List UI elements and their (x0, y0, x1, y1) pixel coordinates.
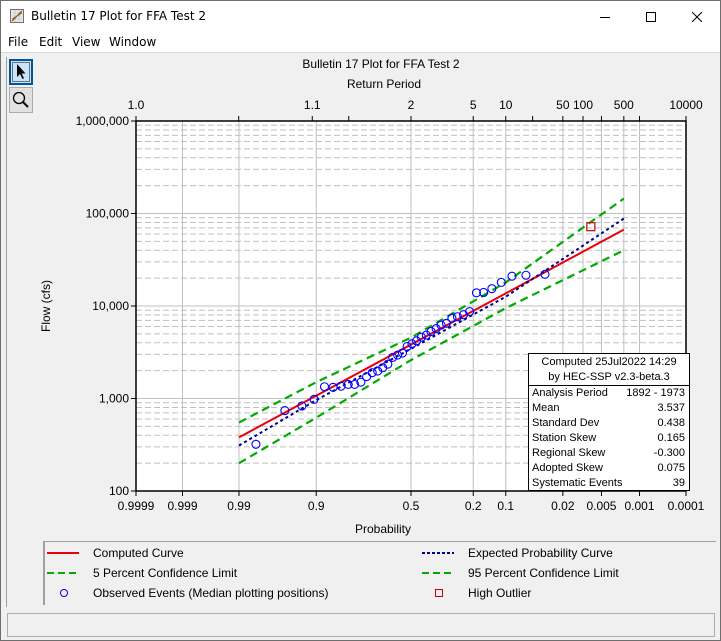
stats-row: Standard Dev 0.438 (529, 416, 689, 431)
legend-label: 95 Percent Confidence Limit (468, 566, 619, 580)
statistics-box: Computed 25Jul2022 14:29 by HEC-SSP v2.3… (528, 353, 690, 491)
top-tick-label: 1.1 (304, 98, 321, 112)
y-tick-label: 1,000,000 (76, 114, 130, 128)
top-tick-label: 500 (614, 98, 634, 112)
legend-label: Observed Events (Median plotting positio… (93, 586, 329, 600)
legend-computed-curve: Computed Curve (45, 546, 184, 560)
legend-label: Computed Curve (93, 546, 184, 560)
top-tick-label: 50 (556, 98, 570, 112)
y-axis-title: Flow (cfs) (39, 280, 53, 332)
legend-label: High Outlier (468, 586, 532, 600)
legend-95-percent: 95 Percent Confidence Limit (420, 566, 619, 580)
stats-row: Regional Skew -0.300 (529, 446, 689, 461)
top-tick-label: 5 (470, 98, 477, 112)
x-tick-label: 0.5 (403, 499, 420, 513)
x-tick-label: 0.0001 (668, 499, 705, 513)
stats-label: Analysis Period (532, 387, 608, 399)
top-axis-title: Return Period (347, 77, 421, 91)
top-tick-label: 1.0 (128, 98, 145, 112)
top-tick-label: 100 (573, 98, 593, 112)
x-tick-label: 0.99 (227, 499, 251, 513)
stats-label: Station Skew (532, 432, 597, 444)
legend: Computed Curve Expected Probability Curv… (43, 541, 716, 605)
stats-label: Standard Dev (532, 417, 600, 429)
x-tick-label: 0.02 (551, 499, 575, 513)
x-tick-label: 0.9999 (118, 499, 155, 513)
stats-value: 3.537 (657, 402, 685, 414)
stats-label: Regional Skew (532, 447, 606, 459)
legend-square-icon (435, 589, 443, 597)
legend-label: Expected Probability Curve (468, 546, 613, 560)
stats-label: Mean (532, 402, 560, 414)
app-window: Bulletin 17 Plot for FFA Test 2 File Edi… (0, 0, 721, 641)
legend-circle-icon (60, 589, 68, 597)
stats-header: Computed 25Jul2022 14:29 by HEC-SSP v2.3… (529, 354, 689, 386)
stats-value: 1892 - 1973 (626, 387, 685, 399)
stats-value: 0.075 (657, 462, 685, 474)
stats-row: Analysis Period 1892 - 1973 (529, 386, 689, 401)
stats-row: Systematic Events 39 (529, 476, 689, 491)
x-tick-label: 0.001 (624, 499, 654, 513)
stats-version: by HEC-SSP v2.3-beta.3 (548, 371, 670, 383)
top-tick-label: 10 (499, 98, 513, 112)
stats-label: Systematic Events (532, 477, 623, 489)
legend-dashed-line-icon (422, 572, 454, 574)
legend-5-percent: 5 Percent Confidence Limit (45, 566, 237, 580)
chart-title: Bulletin 17 Plot for FFA Test 2 (302, 57, 460, 71)
legend-dashed-line-icon (47, 572, 79, 574)
x-tick-label: 0.005 (586, 499, 616, 513)
y-tick-label: 10,000 (92, 299, 129, 313)
x-tick-label: 0.999 (167, 499, 197, 513)
stats-row: Mean 3.537 (529, 401, 689, 416)
status-bar (7, 613, 715, 637)
legend-expected-probability: Expected Probability Curve (420, 546, 613, 560)
top-tick-label: 10000 (669, 98, 703, 112)
stats-value: 0.165 (657, 432, 685, 444)
legend-solid-line-icon (47, 552, 79, 554)
stats-row: Station Skew 0.165 (529, 431, 689, 446)
legend-dotted-line-icon (422, 552, 454, 554)
legend-observed-events: Observed Events (Median plotting positio… (45, 586, 328, 600)
stats-value: -0.300 (653, 447, 685, 459)
x-axis-title: Probability (355, 522, 411, 536)
legend-label: 5 Percent Confidence Limit (93, 566, 238, 580)
stats-label: Adopted Skew (532, 462, 603, 474)
stats-row: Adopted Skew 0.075 (529, 461, 689, 476)
stats-value: 39 (672, 477, 685, 489)
stats-computed: Computed 25Jul2022 14:29 (541, 356, 677, 368)
y-tick-label: 100,000 (86, 207, 130, 221)
y-tick-label: 1,000 (99, 392, 129, 406)
top-tick-label: 2 (408, 98, 415, 112)
y-tick-label: 100 (109, 484, 129, 498)
stats-value: 0.438 (657, 417, 685, 429)
legend-high-outlier: High Outlier (420, 586, 531, 600)
x-tick-label: 0.1 (497, 499, 514, 513)
x-tick-label: 0.9 (308, 499, 325, 513)
x-tick-label: 0.2 (465, 499, 482, 513)
